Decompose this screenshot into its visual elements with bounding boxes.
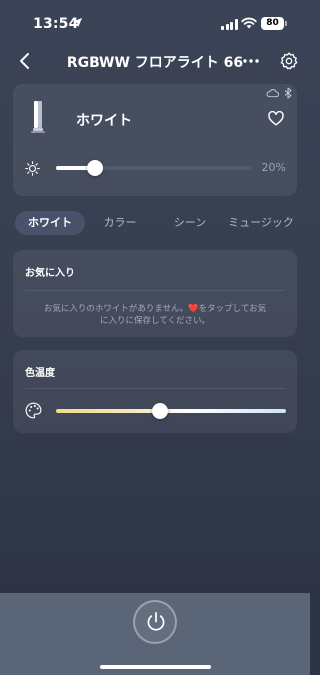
color-temperature-slider[interactable]	[56, 403, 286, 419]
home-indicator	[100, 665, 211, 669]
battery-icon: 80	[261, 17, 284, 30]
favorites-empty-text-c: に入りに保存してください。	[100, 316, 210, 326]
favorites-divider	[25, 290, 285, 291]
color-temperature-divider	[25, 388, 285, 389]
mode-tabs: ホワイト カラー シーン ミュージック	[13, 211, 297, 235]
location-arrow-icon	[72, 17, 83, 28]
power-button[interactable]	[133, 600, 177, 644]
brightness-sun-icon	[25, 161, 40, 176]
heart-icon[interactable]	[268, 111, 284, 126]
cloud-icon	[266, 89, 279, 98]
bluetooth-icon	[284, 87, 292, 99]
tab-scene[interactable]: シーン	[159, 211, 221, 235]
page-title: RGBWW フロアライト 66	[66, 55, 244, 71]
gear-icon[interactable]	[279, 51, 299, 71]
tab-white[interactable]: ホワイト	[15, 211, 85, 235]
red-heart-icon: ❤️	[188, 304, 199, 314]
floor-lamp-icon	[31, 101, 45, 133]
more-options-icon[interactable]	[241, 52, 261, 70]
wifi-icon	[241, 17, 257, 29]
device-card: ホワイト 20%	[13, 84, 297, 196]
tab-music[interactable]: ミュージック	[225, 211, 297, 235]
favorites-empty-message: お気に入りのホワイトがありません。❤️をタップしてお気 に入りに保存してください…	[29, 303, 281, 327]
color-temperature-title: 色温度	[25, 368, 55, 379]
brightness-slider-thumb[interactable]	[87, 160, 103, 176]
favorites-card: お気に入り お気に入りのホワイトがありません。❤️をタップしてお気 に入りに保存…	[13, 250, 297, 337]
favorites-empty-text-a: お気に入りのホワイトがありません。	[43, 304, 189, 314]
status-bar: 13:54 80	[0, 0, 310, 46]
palette-icon[interactable]	[25, 402, 42, 419]
color-temperature-card: 色温度	[13, 350, 297, 433]
brightness-slider[interactable]	[56, 160, 251, 176]
power-icon	[147, 611, 165, 631]
favorites-title: お気に入り	[25, 268, 75, 279]
color-temperature-slider-thumb[interactable]	[151, 403, 168, 419]
favorites-empty-text-b: をタップしてお気	[198, 304, 267, 314]
tab-color[interactable]: カラー	[89, 211, 151, 235]
device-mode-name: ホワイト	[76, 113, 132, 129]
battery-tip	[285, 21, 287, 26]
brightness-value: 20%	[261, 161, 286, 174]
cellular-signal-icon	[221, 19, 238, 30]
nav-bar: RGBWW フロアライト 66	[0, 46, 310, 76]
